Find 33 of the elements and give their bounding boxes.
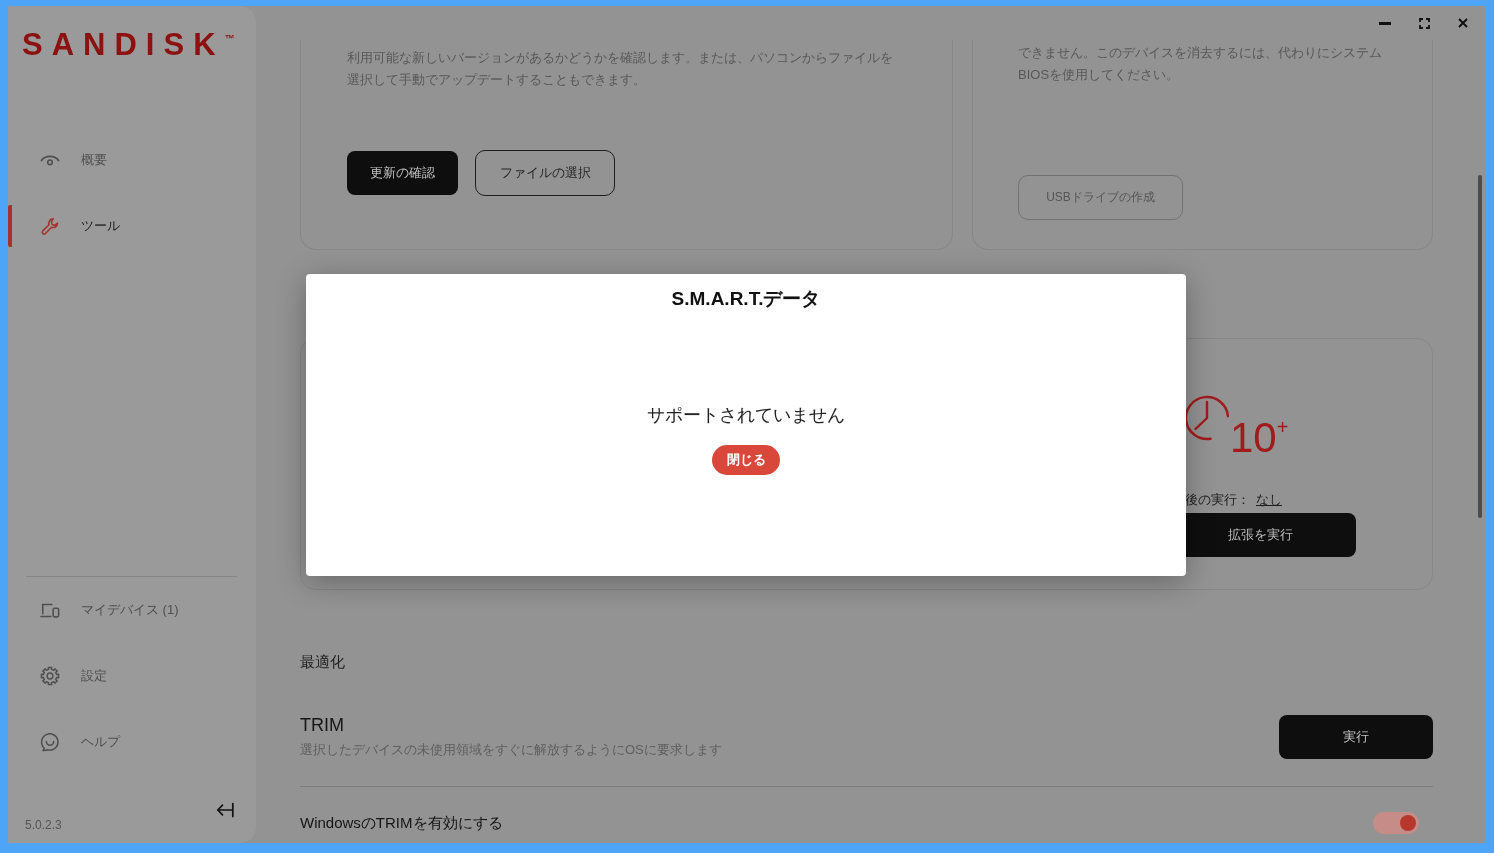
scrollbar-thumb[interactable] (1478, 175, 1482, 518)
settings-icon (40, 665, 60, 687)
sidebar-item[interactable]: ヘルプ (8, 721, 237, 763)
maximize-icon (1418, 17, 1430, 29)
minimize-icon (1379, 21, 1391, 25)
trademark-symbol: ™ (224, 34, 235, 44)
sidebar-item[interactable]: ツール (8, 205, 237, 247)
sidebar-item[interactable]: 設定 (8, 655, 237, 697)
sidebar-item[interactable]: マイデバイス (1) (8, 589, 237, 631)
last-run-link[interactable]: なし (1256, 491, 1282, 509)
select-file-button[interactable]: ファイルの選択 (475, 150, 615, 196)
smile-chat-icon (40, 731, 60, 753)
run-count: 10$^{+}$ (1230, 418, 1289, 458)
row-title: WindowsのTRIMを有効にする (300, 813, 503, 833)
dialog-message: サポートされていません (647, 404, 845, 426)
check-update-button[interactable]: 更新の確認 (347, 151, 458, 195)
run-button[interactable]: 実行 (1279, 714, 1433, 759)
row-title: TRIM (300, 714, 345, 736)
close-icon (1458, 18, 1468, 28)
section-heading: 最適化 (300, 653, 345, 671)
brand-logo: SANDISK (22, 33, 225, 57)
sidebar-item[interactable]: 概要 (8, 139, 237, 181)
run-expand-button[interactable]: 拡張を実行 (1185, 513, 1356, 557)
devices-icon (40, 601, 60, 619)
collapse-icon (216, 802, 234, 818)
toggle-switch[interactable] (1373, 812, 1419, 834)
close-dialog-button[interactable]: 閉じる (712, 445, 780, 475)
version-label: 5.0.2.3 (25, 818, 62, 832)
collapse-button[interactable] (216, 802, 234, 818)
eye-icon (40, 154, 60, 166)
wrench-icon (40, 215, 60, 237)
dialog-title: S.M.A.R.T.データ (671, 287, 821, 311)
last-run-label: 後の実行： (1185, 491, 1250, 509)
